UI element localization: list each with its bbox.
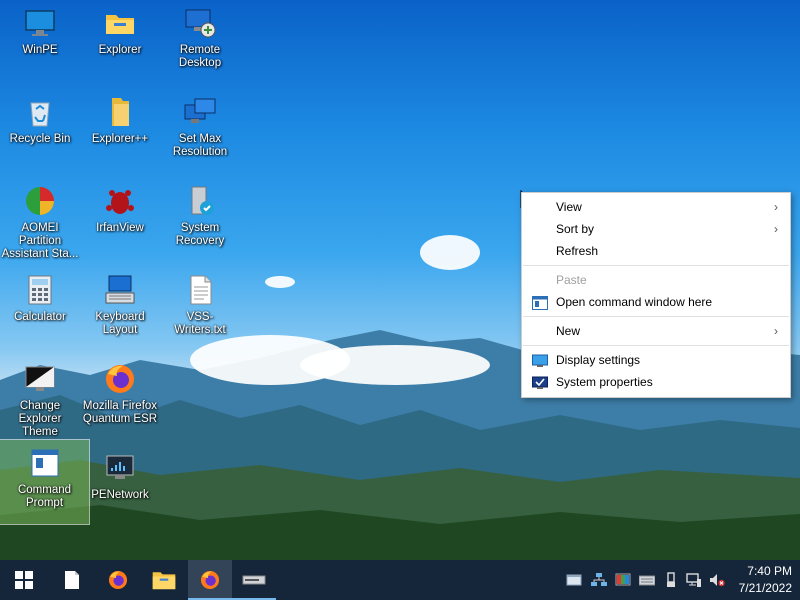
tray-network-icon[interactable] bbox=[591, 572, 607, 588]
desktop-icon-label: Set Max Resolution bbox=[172, 133, 228, 158]
menu-separator bbox=[523, 265, 789, 266]
system-recovery-icon bbox=[183, 184, 217, 218]
desktop-context-menu: View › Sort by › Refresh Paste Open comm… bbox=[521, 192, 791, 398]
menu-item-refresh[interactable]: Refresh bbox=[522, 240, 790, 262]
windows-logo-icon bbox=[15, 571, 33, 589]
display-resolution-icon bbox=[183, 95, 217, 129]
monitor-icon bbox=[23, 6, 57, 40]
menu-separator bbox=[523, 316, 789, 317]
desktop-icon-label: Explorer bbox=[98, 44, 142, 56]
desktop-icon-recycle-bin[interactable]: Recycle Bin bbox=[0, 89, 80, 173]
desktop-icon-label: Keyboard Layout bbox=[95, 311, 145, 336]
folder-icon bbox=[103, 6, 137, 40]
menu-item-label: View bbox=[556, 200, 582, 214]
desktop-icon-keyboard-layout[interactable]: Keyboard Layout bbox=[80, 267, 160, 351]
desktop-icon-winpe[interactable]: WinPE bbox=[0, 0, 80, 84]
desktop-icon-label: Remote Desktop bbox=[178, 44, 222, 69]
clock-date: 7/21/2022 bbox=[738, 581, 792, 595]
network-icon bbox=[103, 451, 137, 485]
menu-item-paste[interactable]: Paste bbox=[522, 269, 790, 291]
taskbar-drive-button[interactable] bbox=[232, 560, 276, 600]
menu-item-label: Display settings bbox=[556, 353, 641, 367]
desktop-icon-calculator[interactable]: Calculator bbox=[0, 267, 80, 351]
desktop-icon-vss-writers[interactable]: VSS-Writers.txt bbox=[160, 267, 240, 351]
menu-item-open-command-window[interactable]: Open command window here bbox=[522, 291, 790, 313]
partition-icon bbox=[23, 184, 57, 218]
menu-item-sort-by[interactable]: Sort by › bbox=[522, 218, 790, 240]
desktop-icon-label: Explorer++ bbox=[91, 133, 149, 145]
text-file-icon bbox=[183, 273, 217, 307]
desktop-icon-label: PENetwork bbox=[91, 489, 149, 501]
tray-keyboard-icon[interactable] bbox=[639, 572, 655, 588]
desktop-icon-label: IrfanView bbox=[96, 222, 144, 234]
calculator-icon bbox=[23, 273, 57, 307]
menu-separator bbox=[523, 345, 789, 346]
desktop-icon-aomei[interactable]: AOMEI Partition Assistant Sta... bbox=[0, 178, 80, 262]
tray-network-monitor-icon[interactable] bbox=[686, 572, 702, 588]
chevron-right-icon: › bbox=[774, 200, 778, 214]
firefox-icon bbox=[200, 570, 220, 590]
taskbar: 7:40 PM 7/21/2022 bbox=[0, 560, 800, 600]
command-prompt-icon bbox=[28, 446, 62, 480]
chevron-right-icon: › bbox=[774, 222, 778, 236]
menu-item-system-properties[interactable]: System properties bbox=[522, 371, 790, 393]
firefox-icon bbox=[108, 570, 128, 590]
chevron-right-icon: › bbox=[774, 324, 778, 338]
tray-usb-icon[interactable] bbox=[663, 572, 679, 588]
irfanview-icon bbox=[103, 184, 137, 218]
menu-item-view[interactable]: View › bbox=[522, 196, 790, 218]
start-button[interactable] bbox=[2, 560, 46, 600]
cloud bbox=[265, 276, 295, 288]
desktop-icon-label: Calculator bbox=[14, 311, 66, 323]
taskbar-firefox-button[interactable] bbox=[96, 560, 140, 600]
folder-plus-icon bbox=[103, 95, 137, 129]
menu-item-display-settings[interactable]: Display settings bbox=[522, 349, 790, 371]
desktop-icon-firefox[interactable]: Mozilla Firefox Quantum ESR bbox=[80, 356, 160, 440]
remote-desktop-icon bbox=[183, 6, 217, 40]
desktop-icon-explorer-plus[interactable]: Explorer++ bbox=[80, 89, 160, 173]
menu-item-label: Open command window here bbox=[556, 295, 713, 309]
menu-item-label: Refresh bbox=[556, 244, 599, 258]
desktop-icon-label: VSS-Writers.txt bbox=[174, 311, 226, 336]
menu-item-label: System properties bbox=[556, 375, 653, 389]
desktop-icon-change-explorer-theme[interactable]: Change Explorer Theme bbox=[0, 356, 80, 440]
cloud bbox=[300, 345, 490, 385]
desktop-icon-irfanview[interactable]: IrfanView bbox=[80, 178, 160, 262]
taskbar-notepad-button[interactable] bbox=[50, 560, 94, 600]
menu-item-label: Sort by bbox=[556, 222, 595, 236]
desktop-icon-label: Change Explorer Theme bbox=[18, 400, 62, 438]
desktop-icon-label: WinPE bbox=[22, 44, 58, 56]
desktop-icon-label: Command Prompt bbox=[17, 484, 72, 509]
desktop-icon-remote-desktop[interactable]: Remote Desktop bbox=[160, 0, 240, 84]
folder-icon bbox=[152, 572, 176, 590]
desktop-icon-label: AOMEI Partition Assistant Sta... bbox=[1, 222, 79, 260]
command-window-icon bbox=[532, 295, 548, 310]
tray-color-display-icon[interactable] bbox=[615, 572, 631, 588]
desktop-icon-set-max-resolution[interactable]: Set Max Resolution bbox=[160, 89, 240, 173]
desktop-icon-label: Mozilla Firefox Quantum ESR bbox=[82, 400, 158, 425]
menu-item-label: Paste bbox=[556, 273, 587, 287]
display-icon bbox=[532, 353, 548, 367]
recycle-bin-icon bbox=[23, 95, 57, 129]
clock-time: 7:40 PM bbox=[747, 564, 792, 578]
menu-item-label: New bbox=[556, 324, 581, 338]
tray-window-icon[interactable] bbox=[566, 572, 582, 588]
desktop-icon-penetwork[interactable]: PENetwork bbox=[80, 445, 160, 529]
taskbar-firefox-active-button[interactable] bbox=[188, 560, 232, 600]
desktop-icon-label: System Recovery bbox=[175, 222, 225, 247]
menu-item-new[interactable]: New › bbox=[522, 320, 790, 342]
desktop-icon-command-prompt[interactable]: Command Prompt bbox=[0, 439, 90, 525]
desktop-icon-label: Recycle Bin bbox=[9, 133, 71, 145]
file-icon bbox=[65, 571, 79, 589]
firefox-icon bbox=[103, 362, 137, 396]
drive-icon bbox=[242, 575, 266, 585]
taskbar-clock[interactable]: 7:40 PM 7/21/2022 bbox=[722, 563, 792, 597]
taskbar-explorer-button[interactable] bbox=[142, 560, 186, 600]
cloud bbox=[420, 235, 480, 270]
system-properties-icon bbox=[532, 375, 548, 389]
theme-icon bbox=[23, 362, 57, 396]
desktop-icon-explorer[interactable]: Explorer bbox=[80, 0, 160, 84]
desktop-icon-system-recovery[interactable]: System Recovery bbox=[160, 178, 240, 262]
keyboard-icon bbox=[103, 273, 137, 307]
